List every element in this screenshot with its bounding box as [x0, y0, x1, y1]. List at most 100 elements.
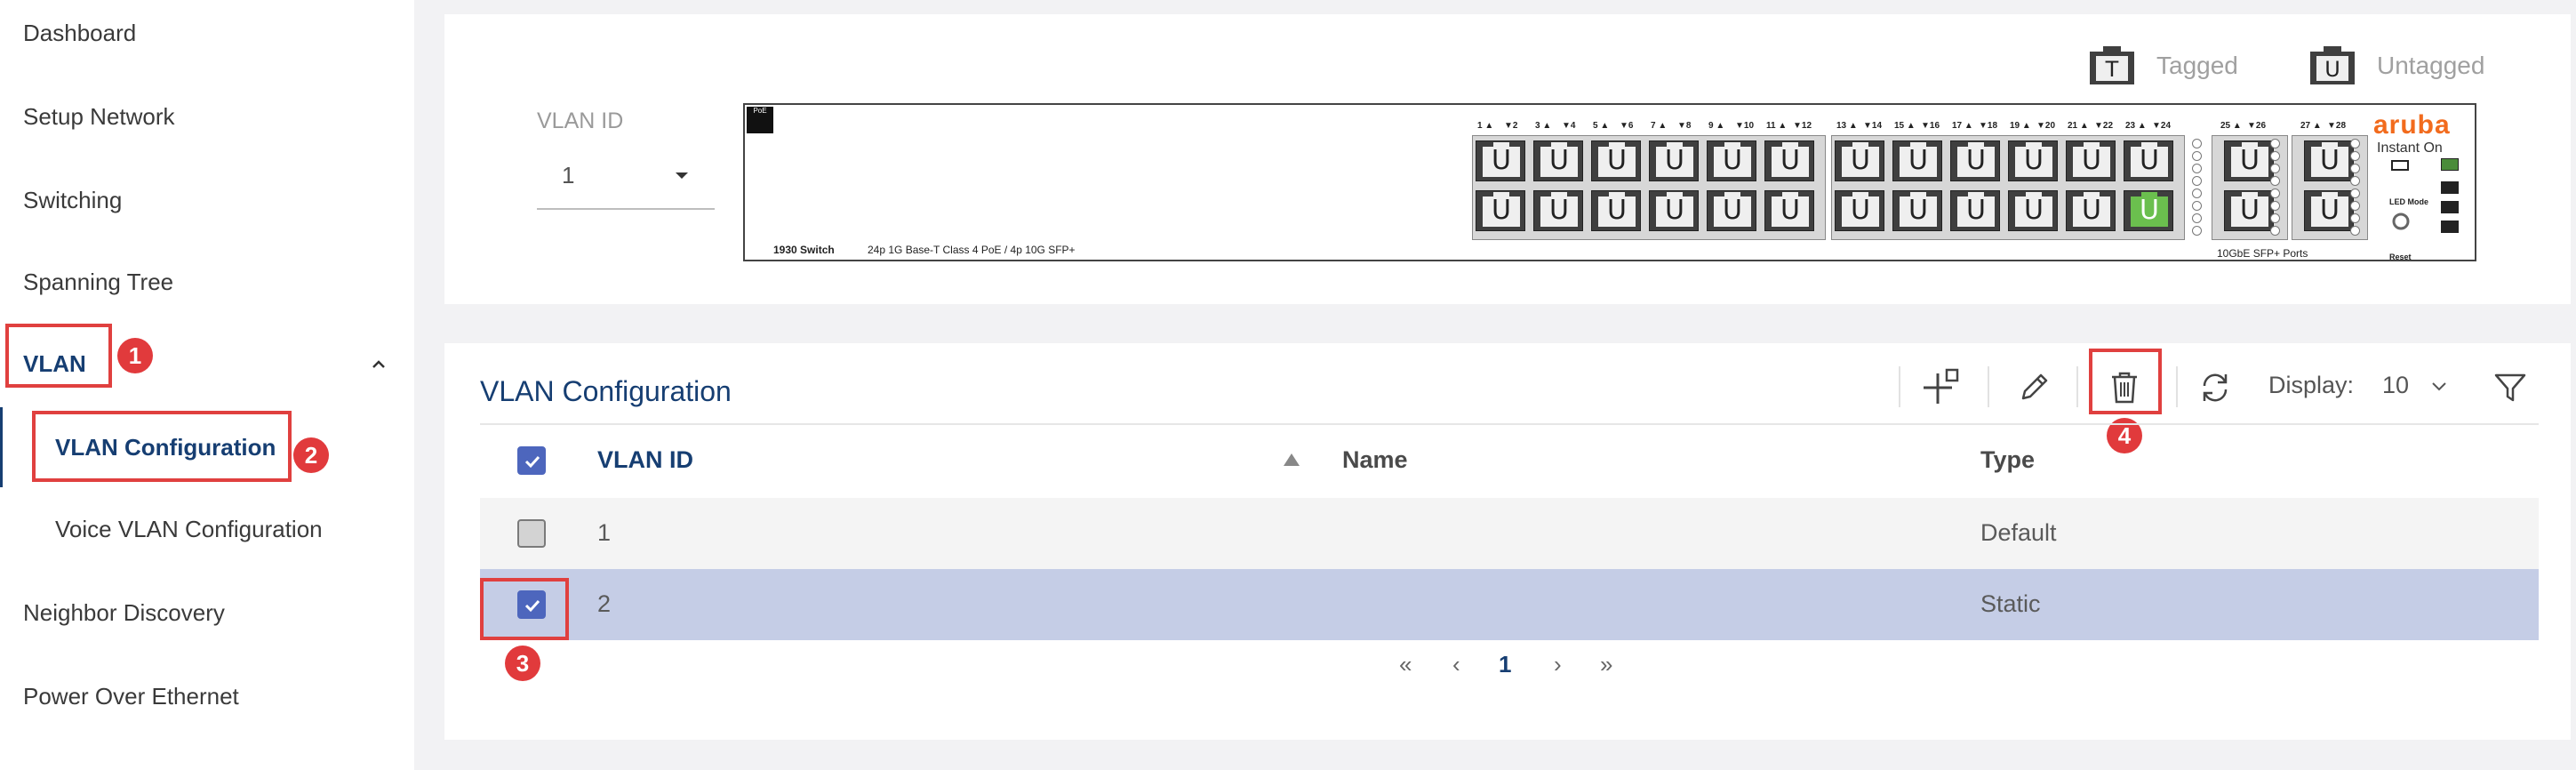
column-header-type[interactable]: Type: [1980, 446, 2035, 474]
select-all-checkbox[interactable]: [517, 446, 546, 475]
sidebar-item-dashboard[interactable]: Dashboard: [23, 20, 136, 47]
port-status-letter: U: [1966, 145, 1986, 176]
svg-text:U: U: [2324, 57, 2340, 82]
port-3[interactable]: U: [1533, 140, 1583, 181]
port-status-letter: U: [1549, 145, 1569, 176]
vlan-id-value: 1: [562, 162, 575, 188]
add-vlan-button[interactable]: [1916, 363, 1966, 413]
port-6[interactable]: U: [1591, 190, 1641, 231]
port-status-letter: U: [2082, 195, 2101, 226]
port-led-icon: [2270, 164, 2280, 173]
pagination-last[interactable]: »: [1600, 651, 1612, 678]
pagination-first[interactable]: «: [1399, 651, 1412, 678]
port-12[interactable]: U: [1764, 190, 1814, 231]
port-overview-card: T Tagged U Untagged VLAN ID 1 PoE 1930 S…: [444, 14, 2571, 304]
port-status-letter: U: [1665, 195, 1684, 226]
cell-vlan-id: 2: [597, 590, 612, 617]
port-10[interactable]: U: [1707, 190, 1756, 231]
port-18[interactable]: U: [1950, 190, 2000, 231]
column-header-vlan-id[interactable]: VLAN ID: [597, 446, 693, 474]
pagination-next[interactable]: ›: [1554, 651, 1562, 678]
sidebar-item-voice-vlan-configuration[interactable]: Voice VLAN Configuration: [55, 516, 323, 543]
column-header-name[interactable]: Name: [1342, 446, 1408, 474]
port-number-label: ▼10: [1735, 121, 1755, 131]
filter-button[interactable]: [2485, 363, 2535, 413]
pagination-prev[interactable]: ‹: [1452, 651, 1460, 678]
legend-untagged-label: Untagged: [2377, 52, 2485, 79]
port-number-label: ▼4: [1562, 121, 1576, 131]
port-21[interactable]: U: [2066, 140, 2116, 181]
sidebar-item-neighbor-discovery[interactable]: Neighbor Discovery: [23, 599, 225, 627]
port-number-label: ▼18: [1979, 121, 1998, 131]
chevron-up-icon[interactable]: [368, 354, 389, 375]
led-mode-button-icon: [2392, 213, 2410, 230]
port-led-icon: [2350, 164, 2360, 173]
toolbar-separator: [1988, 366, 1989, 407]
vlan-id-select[interactable]: 1: [537, 148, 715, 210]
sidebar-item-spanning-tree[interactable]: Spanning Tree: [23, 269, 173, 296]
table-header-divider: [480, 423, 2539, 425]
sfp-port-28[interactable]: U: [2304, 190, 2354, 231]
table-row[interactable]: 1 Default: [480, 498, 2539, 569]
port-status-letter: U: [1607, 145, 1627, 176]
sidebar-item-setup-network[interactable]: Setup Network: [23, 103, 175, 131]
port-8[interactable]: U: [1649, 190, 1699, 231]
sidebar-item-power-over-ethernet[interactable]: Power Over Ethernet: [23, 683, 239, 710]
port-1[interactable]: U: [1476, 140, 1525, 181]
port-led-icon: [2192, 176, 2202, 186]
uid-led-icon: [2441, 181, 2459, 194]
port-15[interactable]: U: [1892, 140, 1942, 181]
port-status-letter: U: [2320, 195, 2340, 226]
port-4[interactable]: U: [1533, 190, 1583, 231]
port-number-label: 13 ▲: [1836, 121, 1858, 131]
port-7[interactable]: U: [1649, 140, 1699, 181]
port-23[interactable]: U: [2124, 140, 2173, 181]
port-2[interactable]: U: [1476, 190, 1525, 231]
port-14[interactable]: U: [1835, 190, 1884, 231]
sort-ascending-icon[interactable]: [1284, 453, 1300, 466]
status-led-icon: [2441, 158, 2459, 171]
port-11[interactable]: U: [1764, 140, 1814, 181]
port-5[interactable]: U: [1591, 140, 1641, 181]
port-status-letter: U: [2024, 195, 2044, 226]
sidebar-item-switching[interactable]: Switching: [23, 187, 122, 214]
edit-vlan-button[interactable]: [2009, 363, 2059, 413]
sfp-port-25[interactable]: U: [2224, 140, 2274, 181]
port-24[interactable]: U: [2124, 190, 2173, 231]
pagination-page[interactable]: 1: [1499, 651, 1511, 678]
port-status-letter: U: [1492, 145, 1511, 176]
port-19[interactable]: U: [2008, 140, 2058, 181]
port-22[interactable]: U: [2066, 190, 2116, 231]
sfp-port-number-label: 25 ▲: [2220, 121, 2242, 131]
port-number-label: 1 ▲: [1477, 121, 1494, 131]
port-status-letter: U: [1549, 195, 1569, 226]
cell-type: Static: [1980, 590, 2041, 617]
row-checkbox[interactable]: [517, 519, 546, 548]
sfp-port-26[interactable]: U: [2224, 190, 2274, 231]
port-status-letter: U: [2082, 145, 2101, 176]
add-icon: [1924, 368, 1959, 404]
port-9[interactable]: U: [1707, 140, 1756, 181]
sfp-ports-label: 10GbE SFP+ Ports: [2217, 247, 2308, 260]
port-17[interactable]: U: [1950, 140, 2000, 181]
port-16[interactable]: U: [1892, 190, 1942, 231]
poe-icon: PoE: [747, 107, 773, 133]
port-20[interactable]: U: [2008, 190, 2058, 231]
table-row[interactable]: 2 Static: [480, 569, 2539, 640]
check-icon: [524, 455, 540, 469]
port-status-letter: U: [2240, 145, 2260, 176]
port-status-letter: U: [1665, 145, 1684, 176]
display-count-select[interactable]: 10: [2382, 372, 2409, 399]
cell-type: Default: [1980, 519, 2057, 546]
port-status-letter: U: [1908, 145, 1928, 176]
port-number-label: ▼8: [1677, 121, 1692, 131]
sfp-port-27[interactable]: U: [2304, 140, 2354, 181]
cloud-icon: [2391, 160, 2409, 171]
sfp-port-number-label: 27 ▲: [2300, 121, 2322, 131]
aruba-logo: aruba: [2373, 110, 2451, 140]
refresh-button[interactable]: [2190, 363, 2240, 413]
port-13[interactable]: U: [1835, 140, 1884, 181]
port-status-letter: U: [2320, 145, 2340, 176]
chevron-down-icon[interactable]: [2428, 375, 2450, 397]
port-number-label: ▼2: [1504, 121, 1518, 131]
